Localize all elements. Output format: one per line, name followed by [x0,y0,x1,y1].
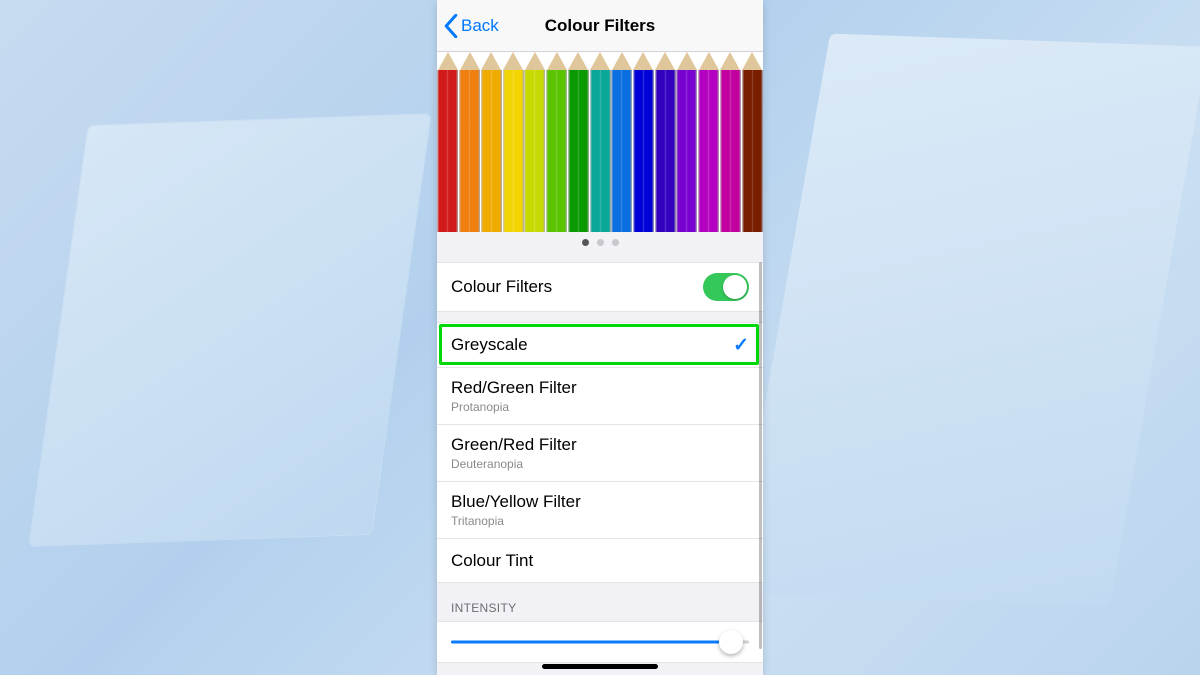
filter-preview-pencils[interactable] [437,52,763,232]
intensity-row [437,621,763,663]
slider-fill [451,641,731,644]
filter-sublabel: Tritanopia [451,514,581,528]
pencil [633,52,655,232]
toggle-label: Colour Filters [451,277,552,297]
pencil [741,52,763,232]
back-label: Back [461,16,499,36]
pencil-row [437,52,763,232]
page-dot[interactable] [582,239,589,246]
filter-sublabel: Deuteranopia [451,457,577,471]
toggle-group: Colour Filters [437,262,763,312]
pencil [720,52,742,232]
pencil [611,52,633,232]
pencil [546,52,568,232]
filter-label: Red/Green Filter [451,378,577,398]
chevron-left-icon [443,14,459,38]
pencil [524,52,546,232]
filter-label: Blue/Yellow Filter [451,492,581,512]
page-dot[interactable] [612,239,619,246]
back-button[interactable]: Back [437,14,499,38]
filter-option[interactable]: Blue/Yellow Filter Tritanopia [437,481,763,538]
filter-option[interactable]: Red/Green Filter Protanopia [437,367,763,424]
pencil [654,52,676,232]
filter-option[interactable]: Colour Tint [437,538,763,582]
page-indicator[interactable] [437,232,763,252]
filter-label: Colour Tint [451,551,533,571]
phone-screen: Back Colour Filters Colour Filters Greys… [437,0,763,675]
pencil [676,52,698,232]
pencil [589,52,611,232]
page-dot[interactable] [597,239,604,246]
intensity-header: INTENSITY [437,583,763,621]
colour-filters-switch[interactable] [703,273,749,301]
home-indicator[interactable] [542,664,658,669]
colour-filters-toggle-row[interactable]: Colour Filters [437,263,763,311]
pencil [502,52,524,232]
pencil [567,52,589,232]
filter-option[interactable]: Greyscale ✓ [437,323,763,367]
filter-sublabel: Protanopia [451,400,577,414]
intensity-slider[interactable] [451,632,749,652]
navigation-bar: Back Colour Filters [437,0,763,52]
filter-options-group: Greyscale ✓ Red/Green Filter Protanopia Gree… [437,322,763,583]
pencil [437,52,459,232]
checkmark-icon: ✓ [733,334,749,357]
filter-label: Greyscale [451,335,528,355]
scroll-indicator [759,262,762,649]
filter-option[interactable]: Green/Red Filter Deuteranopia [437,424,763,481]
filter-label: Green/Red Filter [451,435,577,455]
pencil [698,52,720,232]
slider-thumb[interactable] [719,630,743,654]
pencil [480,52,502,232]
pencil [459,52,481,232]
